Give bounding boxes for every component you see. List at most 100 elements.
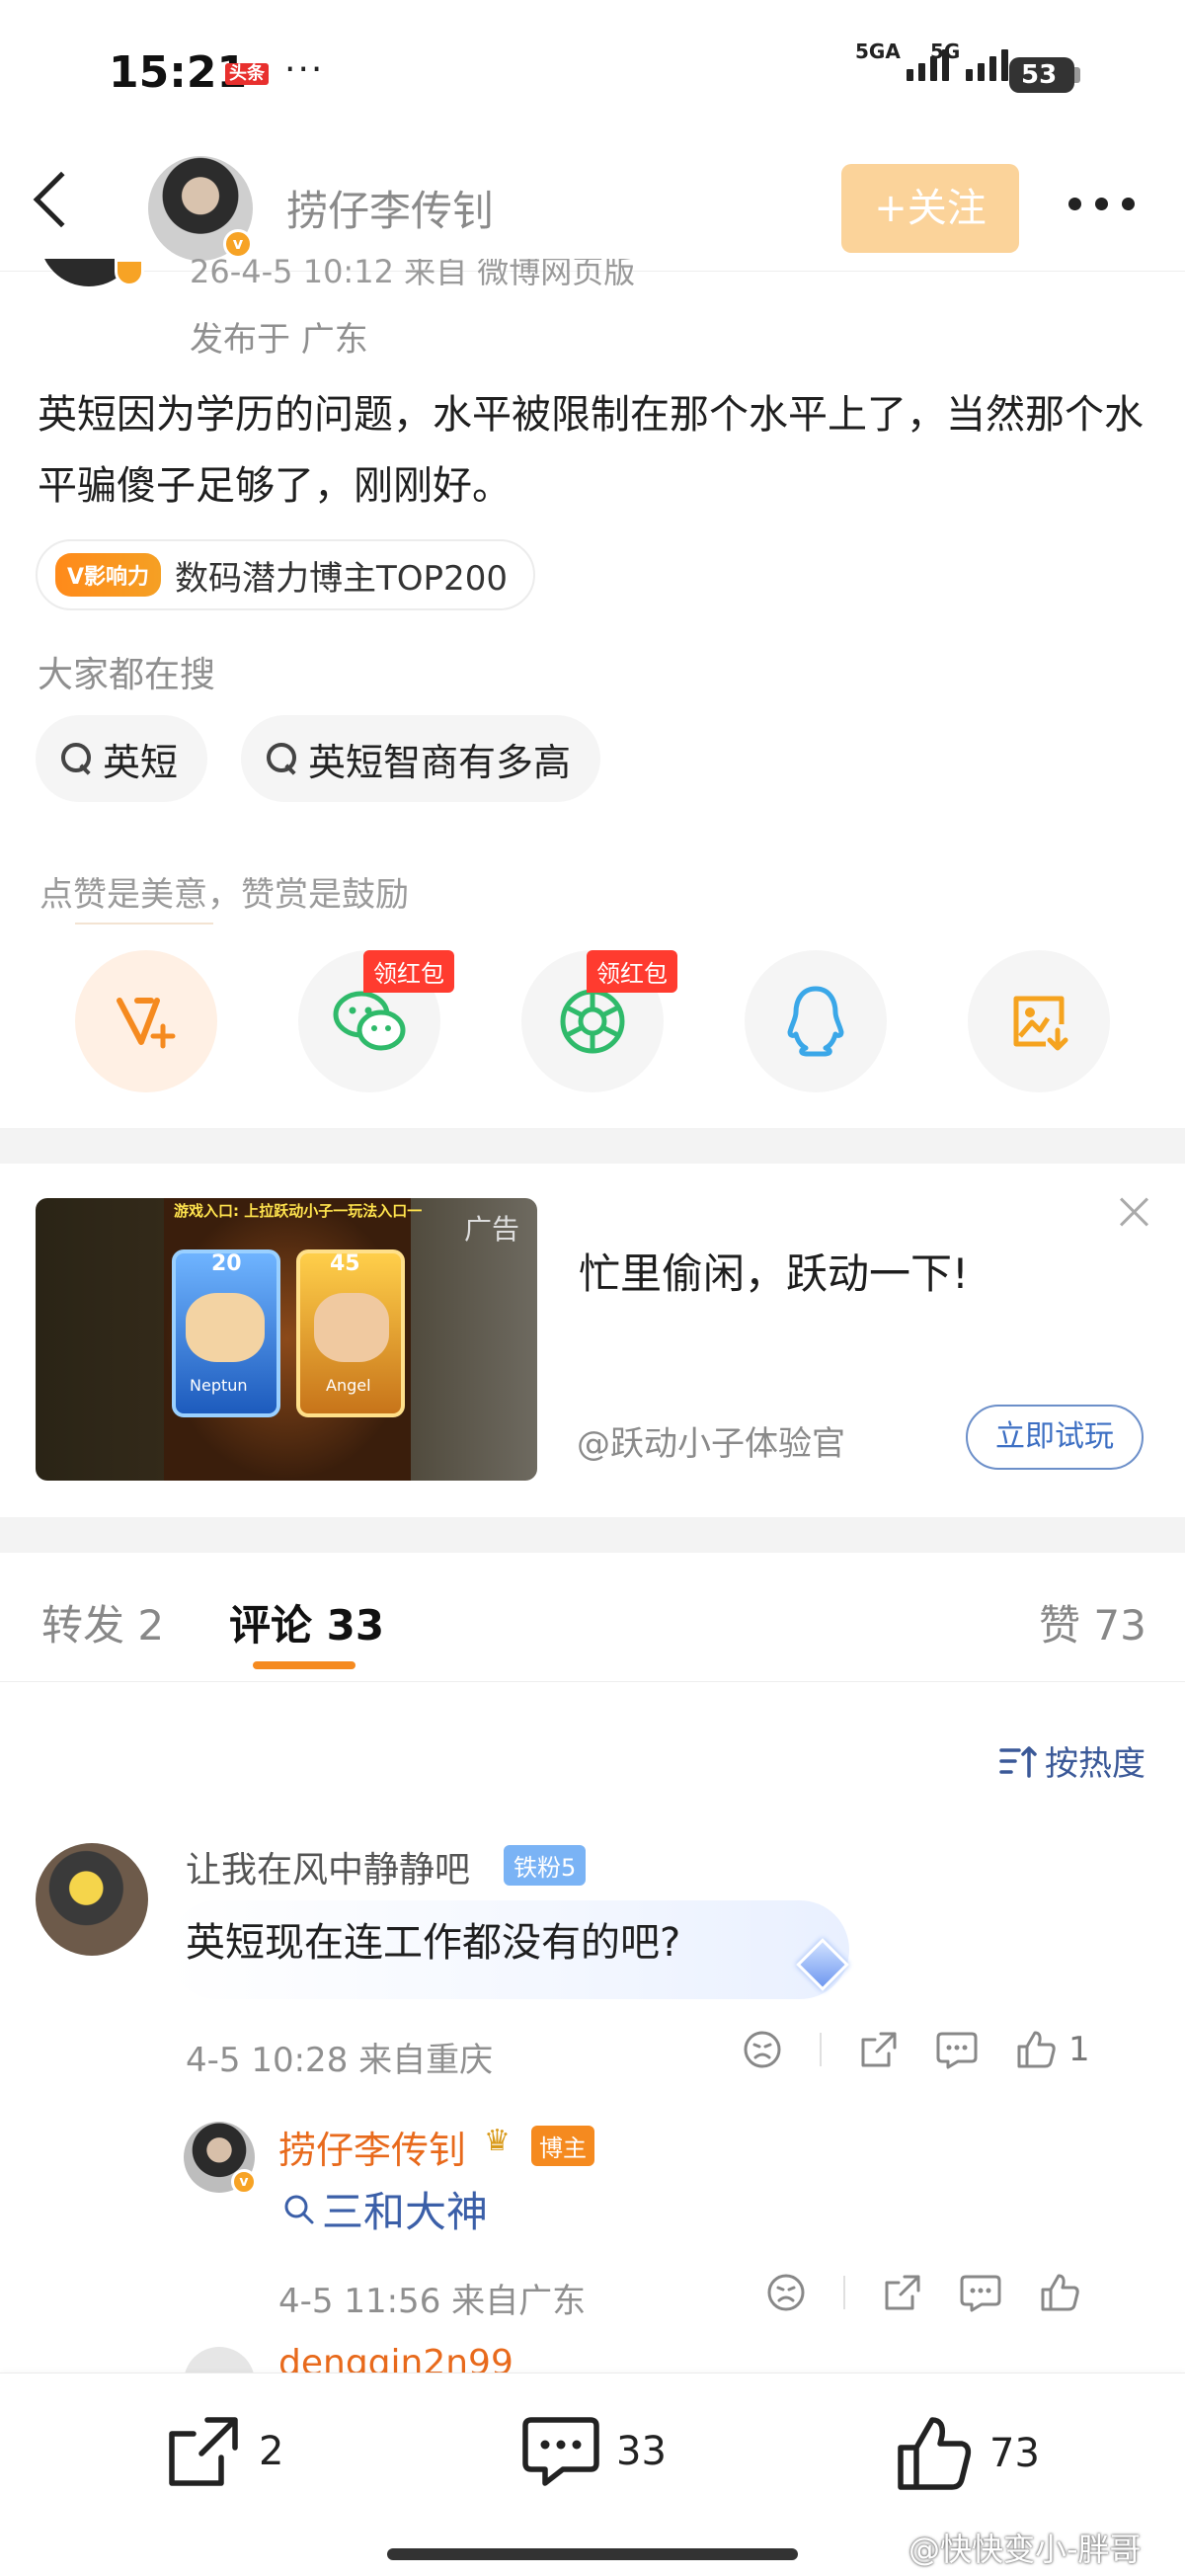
comment-icon[interactable] [936, 2030, 978, 2069]
ad-author[interactable]: @跃动小子体验官 [577, 1416, 845, 1465]
save-image-button[interactable] [968, 950, 1110, 1092]
ad-card-left: 20 Neptun [172, 1249, 280, 1417]
ad-label: 广告 [463, 1213, 519, 1246]
dislike-face-icon[interactable] [743, 2030, 782, 2069]
ad-card-right: 45 Angel [296, 1249, 405, 1417]
signal-bars-icon [966, 49, 1009, 81]
ad-card-right-num: 45 [330, 1251, 360, 1276]
search-hint-label: 大家都在搜 [38, 655, 216, 695]
more-options-icon[interactable] [1068, 198, 1135, 210]
signal-5g: 5G [930, 40, 1009, 81]
save-image-icon [1013, 996, 1068, 1051]
bottom-like-count: 73 [989, 2431, 1040, 2476]
try-now-button[interactable]: 立即试玩 [966, 1405, 1144, 1470]
reply-link-text: 三和大神 [322, 2188, 489, 2236]
search-icon [267, 743, 298, 774]
wechat-icon [333, 991, 406, 1051]
comment-like-count: 1 [1068, 2030, 1090, 2069]
network-label: 5GA [855, 40, 901, 63]
comment-like-button[interactable]: 1 [1015, 2029, 1090, 2070]
influence-text: 数码潜力博主TOP200 [175, 558, 508, 599]
reward-icon [117, 998, 176, 1049]
repost-icon[interactable] [883, 2273, 922, 2312]
reply-actions [766, 2272, 1080, 2313]
commenter-name[interactable]: 让我在风中静静吧 [186, 1841, 470, 1892]
reply-verified-icon: v [231, 2169, 257, 2195]
like-hint: 点赞是美意，赞赏是鼓励 [40, 875, 409, 915]
redpacket-badge: 领红包 [363, 950, 454, 993]
like-hint-underline [75, 923, 213, 925]
post-meta: 26-4-5 10:12 来自 微博网页版 [190, 259, 636, 290]
reply-search-link[interactable]: 三和大神 [282, 2179, 488, 2239]
search-chip[interactable]: 英短 [36, 715, 208, 802]
bottom-comment-button[interactable]: 33 [521, 2414, 667, 2489]
repost-icon [169, 2417, 238, 2486]
network-label: 5G [930, 40, 961, 63]
follow-button[interactable]: +关注 [841, 164, 1019, 253]
sort-button[interactable]: 按热度 [999, 1736, 1146, 1785]
commenter-avatar[interactable] [36, 1843, 148, 1956]
share-qq-button[interactable] [745, 950, 887, 1092]
ad-game-banner: 游戏入口: 上拉跃动小子一玩法入口一 [174, 1202, 423, 1220]
qq-icon [787, 986, 844, 1057]
search-icon [61, 743, 93, 774]
section-divider [0, 1517, 1185, 1553]
influence-badge: V影响力 [55, 553, 162, 597]
redpacket-badge: 领红包 [587, 950, 677, 993]
home-indicator[interactable] [387, 2548, 798, 2560]
ad-title[interactable]: 忙里偷闲，跃动一下! [579, 1241, 969, 1301]
battery-tip [1074, 67, 1080, 83]
post-location: 发布于 广东 [190, 320, 368, 360]
verified-badge-icon: v [223, 229, 253, 259]
tab-repost[interactable]: 转发 2 [41, 1592, 164, 1652]
back-arrow-icon[interactable] [33, 171, 90, 228]
action-separator [820, 2033, 822, 2066]
toutiao-badge: 头条 [225, 63, 269, 85]
reply-meta: 4-5 11:56 来自广东 [278, 2282, 587, 2321]
search-chip-label: 英短智商有多高 [308, 740, 572, 784]
bottom-comment-count: 33 [616, 2429, 667, 2474]
ad-card-right-name: Angel [326, 1376, 371, 1395]
bottom-like-button[interactable]: 73 [895, 2414, 1040, 2493]
tabs-divider [0, 1681, 1185, 1682]
ad-card-left-name: Neptun [190, 1376, 248, 1395]
influence-tag[interactable]: V影响力 数码潜力博主TOP200 [36, 539, 535, 610]
tab-comment[interactable]: 评论 33 [229, 1592, 384, 1652]
tab-likes[interactable]: 赞 73 [1039, 1592, 1146, 1652]
sort-icon [999, 1745, 1037, 1778]
moments-icon [560, 989, 625, 1054]
comment-icon [522, 2417, 599, 2486]
search-chip[interactable]: 英短智商有多高 [241, 715, 601, 802]
comment-icon[interactable] [960, 2273, 1001, 2312]
status-more-dots: ··· [284, 49, 325, 90]
dislike-face-icon[interactable] [766, 2273, 806, 2312]
fan-badge: 铁粉5 [504, 1845, 587, 1886]
bottom-repost-button[interactable]: 2 [164, 2414, 283, 2489]
crown-icon: ♛ [484, 2124, 511, 2158]
comment-actions: 1 [743, 2029, 1090, 2070]
comment-meta: 4-5 10:28 来自重庆 [186, 2041, 494, 2080]
post-text: 英短因为学历的问题，水平被限制在那个水平上了，当然那个水平骗傻子足够了，刚刚好。 [38, 392, 1144, 509]
thumbs-up-icon[interactable] [1039, 2272, 1080, 2313]
ad-card-left-num: 20 [211, 1251, 242, 1276]
header-author-name[interactable]: 捞仔李传钊 [286, 178, 494, 238]
battery-icon: 53 [1009, 57, 1074, 93]
watermark: @快快变小-胖哥 [908, 2531, 1142, 2568]
search-chip-label: 英短 [103, 740, 179, 784]
repost-icon[interactable] [859, 2030, 899, 2069]
close-icon[interactable] [1116, 1193, 1153, 1231]
reply-author-name[interactable]: 捞仔李传钊 [278, 2120, 466, 2174]
post-verified-badge-icon [115, 259, 144, 286]
search-icon [284, 2195, 314, 2223]
reward-button[interactable] [75, 950, 217, 1092]
comment-text: 英短现在连工作都没有的吧? [186, 1920, 681, 1966]
section-divider [0, 1128, 1185, 1164]
thumbs-up-icon [898, 2417, 972, 2490]
bottom-repost-count: 2 [259, 2429, 284, 2474]
sort-label: 按热度 [1045, 1744, 1146, 1784]
thumbs-up-icon [1017, 2031, 1056, 2068]
ad-image[interactable]: 游戏入口: 上拉跃动小子一玩法入口一 20 Neptun 45 Angel 广告 [36, 1198, 537, 1481]
action-separator [843, 2276, 845, 2309]
blogger-badge: 博主 [531, 2126, 594, 2166]
tab-active-indicator [253, 1661, 356, 1669]
